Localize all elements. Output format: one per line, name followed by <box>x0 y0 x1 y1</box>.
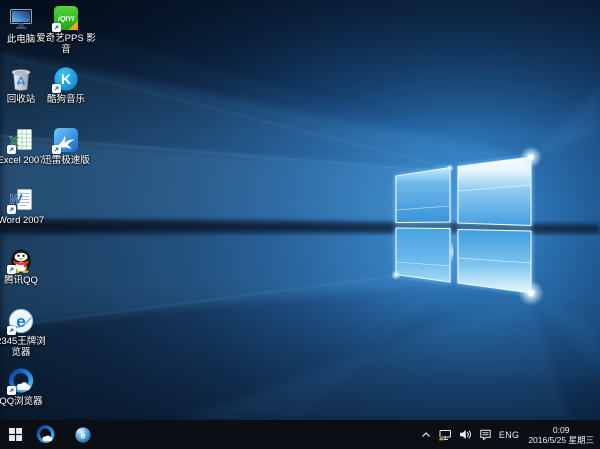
wallpaper-hero-image <box>0 0 600 420</box>
desktop-icon-iqiyi-pps[interactable]: iQIYI 爱奇艺PPS 影 音 <box>34 5 98 55</box>
desktop-icon-word-2007[interactable]: W Word 2007 <box>0 187 53 226</box>
taskbar-qq-browser-button[interactable] <box>30 420 60 449</box>
desktop-icon-qq-browser[interactable]: QQ浏览器 <box>0 368 53 407</box>
desktop-icon-tencent-qq[interactable]: 腾讯QQ <box>0 247 53 286</box>
start-button[interactable] <box>0 420 30 449</box>
excel-2007-icon: X <box>8 127 34 153</box>
shortcut-arrow-icon <box>7 386 16 395</box>
shortcut-arrow-icon <box>52 23 61 32</box>
desktop-icon-label: Word 2007 <box>0 215 44 226</box>
volume-icon[interactable] <box>458 420 473 449</box>
desktop-icon-label: 回收站 <box>7 94 36 105</box>
desktop-icon-kugou-music[interactable]: K 酷狗音乐 <box>34 66 98 105</box>
desktop-icon-label: 此电脑 <box>7 34 36 45</box>
clock-time: 0:09 <box>553 425 570 435</box>
desktop-icon-label: 腾讯QQ <box>4 275 38 286</box>
qq-browser-icon <box>36 425 55 444</box>
svg-text:e: e <box>16 312 25 331</box>
desktop-icon-label: 爱奇艺PPS 影 音 <box>36 33 96 55</box>
clock-date: 2016/5/25 星期三 <box>528 435 594 445</box>
windows-desktop: 此电脑 iQIYI 爱奇艺PPS 影 音 <box>0 0 600 449</box>
taskbar-2345-browser-button[interactable]: e <box>68 420 98 449</box>
windows-logo-icon <box>9 428 22 441</box>
system-tray: ENG 0:09 2016/5/25 星期三 <box>420 420 597 449</box>
word-2007-icon: W <box>8 187 34 213</box>
tray-chevron-up-icon[interactable] <box>420 420 432 449</box>
kugou-music-icon: K <box>53 66 79 92</box>
network-status-icon[interactable] <box>437 420 453 449</box>
iqiyi-pps-icon: iQIYI <box>53 5 79 31</box>
qq-browser-icon <box>8 368 34 394</box>
desktop-icon-xunlei-speed[interactable]: 迅雷极速版 <box>34 127 98 166</box>
shortcut-arrow-icon <box>7 205 16 214</box>
taskbar-clock[interactable]: 0:09 2016/5/25 星期三 <box>525 420 597 449</box>
desktop-icon-2345-browser[interactable]: e 2345王牌浏 览器 <box>0 308 53 358</box>
shortcut-arrow-icon <box>52 84 61 93</box>
action-center-icon[interactable] <box>478 420 493 449</box>
svg-text:iQIYI: iQIYI <box>58 16 75 23</box>
qq-penguin-icon <box>8 247 34 273</box>
recycle-bin-icon <box>8 66 34 92</box>
this-pc-icon <box>8 6 34 32</box>
shortcut-arrow-icon <box>7 326 16 335</box>
shortcut-arrow-icon <box>7 265 16 274</box>
shortcut-arrow-icon <box>7 145 16 154</box>
language-indicator[interactable]: ENG <box>498 420 520 449</box>
shortcut-arrow-icon <box>52 145 61 154</box>
desktop-icon-label: 迅雷极速版 <box>42 155 90 166</box>
desktop-icon-label: 酷狗音乐 <box>47 94 85 105</box>
2345-browser-e-icon: e <box>74 426 92 444</box>
taskbar: e <box>0 420 600 449</box>
desktop-icon-label: 2345王牌浏 览器 <box>0 336 46 358</box>
svg-text:K: K <box>61 71 71 87</box>
desktop-icon-label: QQ浏览器 <box>0 396 43 407</box>
xunlei-bird-icon <box>53 127 79 153</box>
2345-browser-e-icon: e <box>8 308 34 334</box>
